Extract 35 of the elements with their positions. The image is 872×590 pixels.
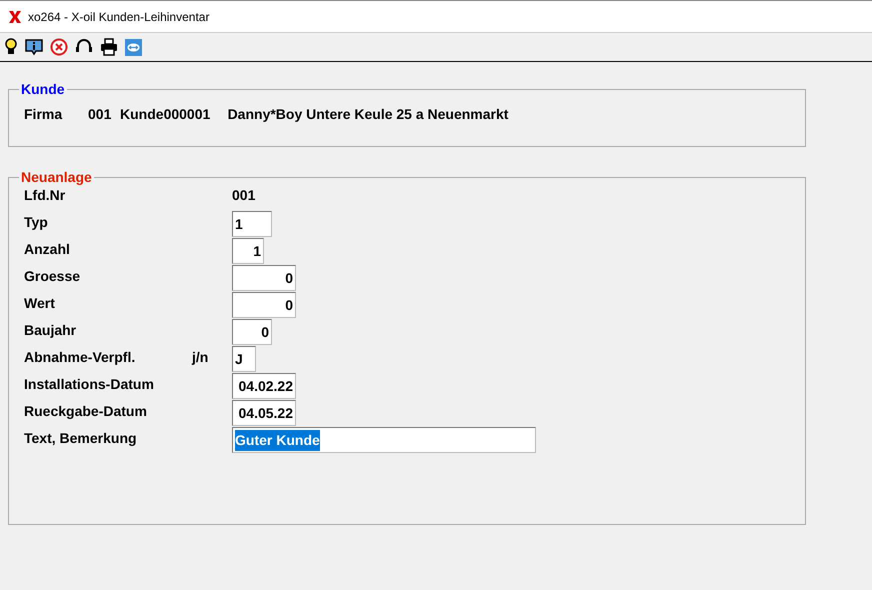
input-field[interactable]: Guter Kunde xyxy=(232,427,536,453)
field-label: Baujahr xyxy=(24,321,78,340)
input-field[interactable]: 1 xyxy=(232,238,264,264)
panel-title: Kunde xyxy=(20,80,66,99)
info-icon[interactable] xyxy=(25,38,43,56)
field-label: Groesse xyxy=(24,267,82,286)
input-field[interactable]: J xyxy=(232,346,256,372)
hint-label: j/n xyxy=(192,348,210,367)
input-field[interactable]: 04.02.22 xyxy=(232,373,296,399)
firma-label: Firma xyxy=(24,105,64,124)
close-icon[interactable] xyxy=(50,38,68,56)
field-label: Lfd.Nr xyxy=(24,186,66,205)
field-label: Typ xyxy=(24,213,49,232)
kunde-value: 000001 xyxy=(164,105,212,124)
remote-icon[interactable] xyxy=(125,38,142,56)
app-logo-icon xyxy=(8,10,22,24)
input-field[interactable]: 04.05.22 xyxy=(232,400,296,426)
field-label: Installations-Datum xyxy=(24,375,155,394)
lightbulb-icon[interactable] xyxy=(4,38,18,56)
kunde-label: Kunde xyxy=(120,105,164,124)
input-field[interactable]: 1 xyxy=(232,211,272,237)
customer-address: Danny*Boy Untere Keule 25 a Neuenmarkt xyxy=(228,105,508,124)
field-value: 001 xyxy=(232,186,256,205)
field-label: Text, Bemerkung xyxy=(24,429,138,448)
field-label: Anzahl xyxy=(24,240,71,259)
window-title: xo264 - X-oil Kunden-Leihinventar xyxy=(28,8,210,26)
firma-value: 001 xyxy=(88,105,112,124)
input-field[interactable]: 0 xyxy=(232,292,296,318)
field-label: Wert xyxy=(24,294,56,313)
input-field[interactable]: 0 xyxy=(232,265,296,291)
panel-title: Neuanlage xyxy=(20,168,93,187)
printer-icon[interactable] xyxy=(100,38,118,56)
field-label: Rueckgabe-Datum xyxy=(24,402,148,421)
input-field[interactable]: 0 xyxy=(232,319,272,345)
field-label: Abnahme-Verpfl. xyxy=(24,348,136,367)
